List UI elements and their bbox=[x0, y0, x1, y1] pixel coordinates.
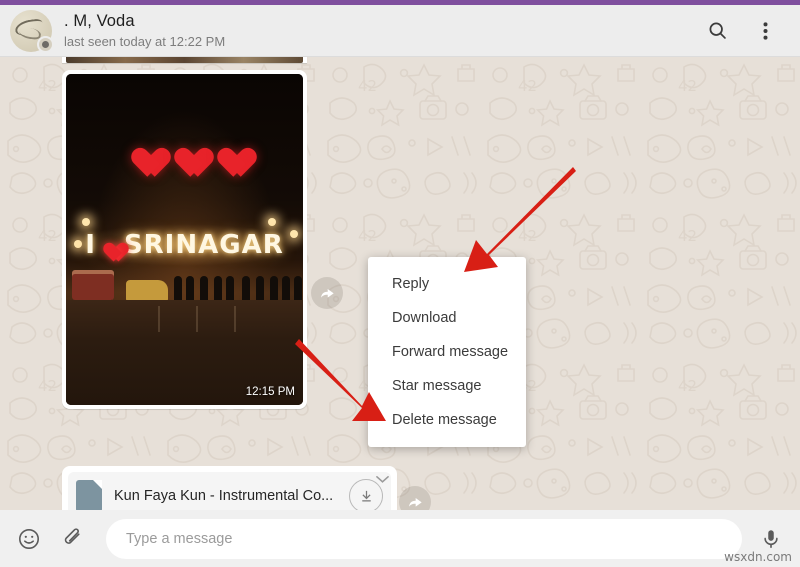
message-context-menu[interactable]: Reply Download Forward message Star mess… bbox=[368, 257, 526, 447]
avatar[interactable] bbox=[10, 9, 54, 53]
food-cart bbox=[72, 270, 114, 300]
paperclip-icon[interactable] bbox=[58, 524, 88, 554]
chevron-down-icon[interactable] bbox=[373, 470, 391, 488]
sign-heart-icon bbox=[99, 235, 121, 255]
chat-header: . M, Voda last seen today at 12:22 PM bbox=[0, 5, 800, 57]
chat-message-area[interactable]: 42 bbox=[0, 57, 800, 510]
file-message-bubble[interactable]: Kun Faya Kun - Instrumental Co... MP3 · … bbox=[62, 466, 397, 510]
ground-marking bbox=[196, 306, 198, 332]
street-lamp-icon bbox=[268, 218, 276, 226]
whatsapp-window: . M, Voda last seen today at 12:22 PM I … bbox=[0, 0, 800, 567]
file-row[interactable]: Kun Faya Kun - Instrumental Co... bbox=[68, 472, 391, 510]
photo-sign-text: I SRINAGAR bbox=[74, 230, 295, 260]
microphone-icon[interactable] bbox=[756, 524, 786, 554]
message-timestamp: 12:15 PM bbox=[245, 386, 295, 398]
image-message-bubble[interactable]: I SRINAGAR 12:15 PM bbox=[62, 70, 307, 409]
previous-message-bubble[interactable] bbox=[62, 57, 307, 63]
site-watermark: wsxdn.com bbox=[724, 550, 792, 564]
context-menu-item-download[interactable]: Download bbox=[368, 301, 526, 335]
heart-icon bbox=[211, 136, 245, 166]
header-text-block[interactable]: . M, Voda last seen today at 12:22 PM bbox=[64, 12, 704, 49]
forward-arrow-icon[interactable] bbox=[311, 277, 343, 309]
ground-marking bbox=[158, 306, 160, 332]
header-actions bbox=[704, 18, 778, 44]
rickshaw bbox=[126, 280, 168, 302]
context-menu-item-delete-message[interactable]: Delete message bbox=[368, 403, 526, 437]
context-menu-item-reply[interactable]: Reply bbox=[368, 267, 526, 301]
sign-city: SRINAGAR bbox=[123, 230, 284, 260]
file-name: Kun Faya Kun - Instrumental Co... bbox=[114, 488, 334, 504]
previous-media-strip bbox=[66, 57, 303, 63]
heart-icon bbox=[168, 136, 202, 166]
contact-status: last seen today at 12:22 PM bbox=[64, 33, 226, 49]
ground-marking bbox=[234, 306, 236, 332]
avatar-status-badge bbox=[37, 35, 54, 53]
document-icon bbox=[76, 480, 102, 510]
street-lamp-icon bbox=[82, 218, 90, 226]
more-vertical-icon[interactable] bbox=[752, 18, 778, 44]
photo-thumbnail[interactable]: I SRINAGAR 12:15 PM bbox=[66, 74, 303, 405]
heart-icon bbox=[125, 136, 159, 166]
context-menu-item-forward-message[interactable]: Forward message bbox=[368, 335, 526, 369]
sign-prefix: I bbox=[85, 230, 96, 260]
message-composer bbox=[0, 510, 800, 567]
contact-name: . M, Voda bbox=[64, 12, 135, 31]
search-icon[interactable] bbox=[704, 18, 730, 44]
message-input[interactable] bbox=[106, 518, 742, 559]
photo-heart-lights bbox=[66, 136, 303, 166]
forward-arrow-icon[interactable] bbox=[399, 486, 431, 510]
emoji-smiley-icon[interactable] bbox=[14, 524, 44, 554]
context-menu-item-star-message[interactable]: Star message bbox=[368, 369, 526, 403]
incoming-message-column: I SRINAGAR 12:15 PM bbox=[62, 57, 312, 409]
